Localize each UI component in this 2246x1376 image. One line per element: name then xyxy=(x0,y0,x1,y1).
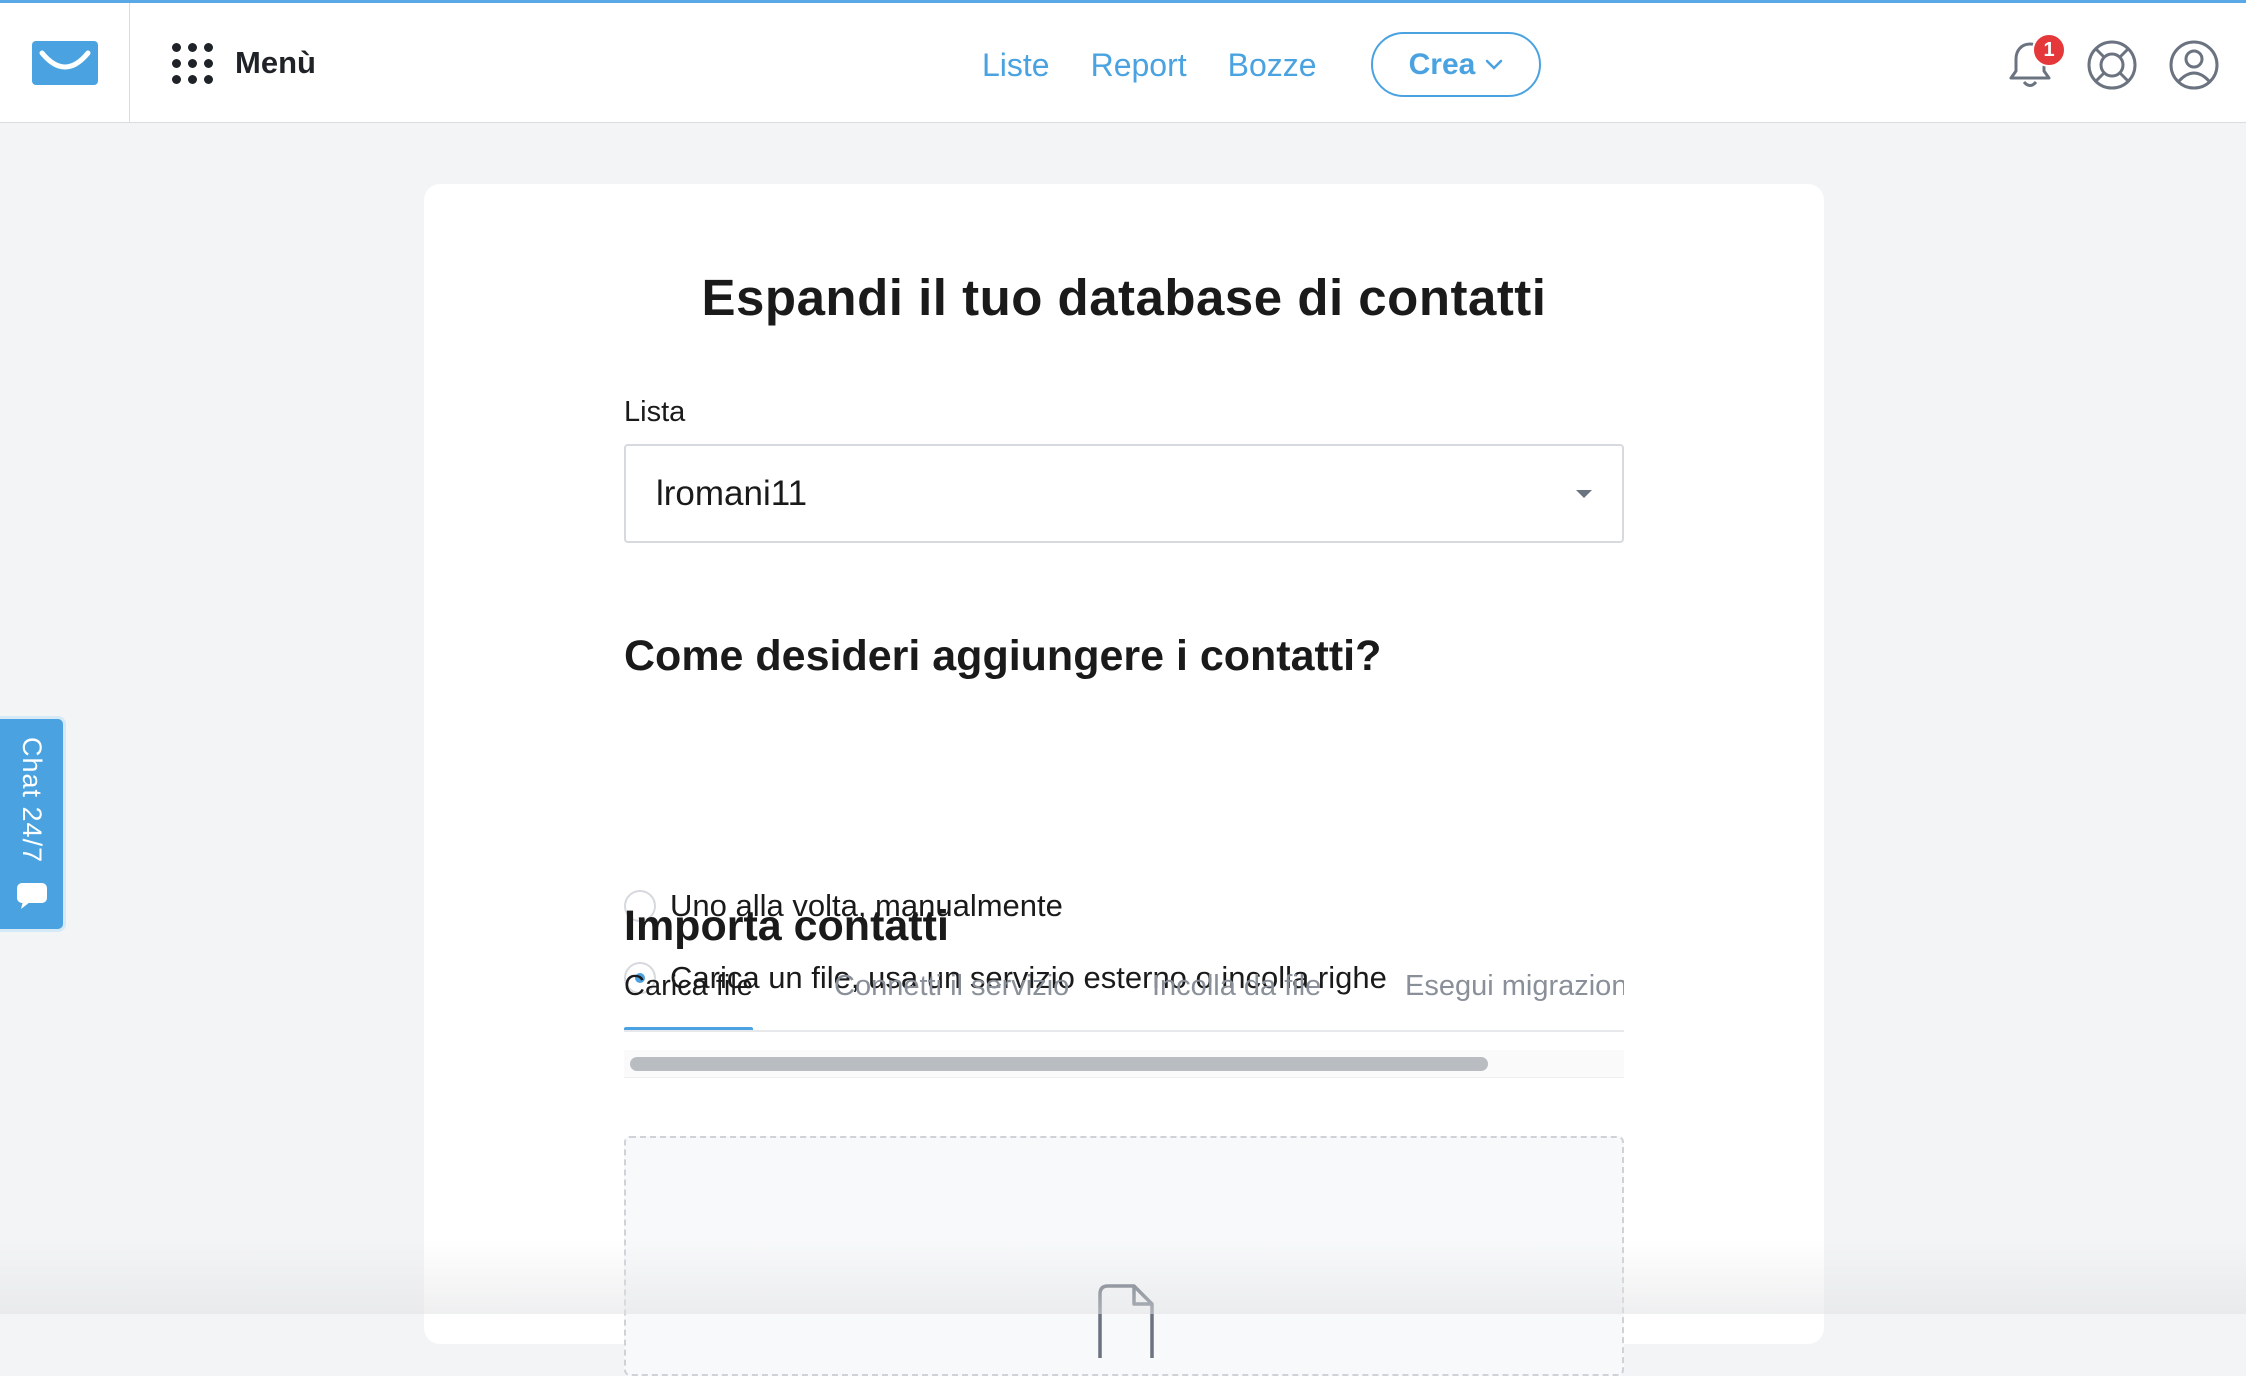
tab-esegui-migrazione[interactable]: Esegui migrazion xyxy=(1405,960,1624,1030)
main-menu-button[interactable]: Menù xyxy=(172,41,316,85)
notifications-button[interactable]: 1 xyxy=(2002,33,2066,93)
tab-carica-file[interactable]: Carica file xyxy=(624,960,753,1030)
chat-support-tab[interactable]: Chat 24/7 xyxy=(0,716,66,932)
tabs-scrollbar-thumb[interactable] xyxy=(630,1057,1488,1071)
create-button[interactable]: Crea xyxy=(1371,32,1541,97)
header-actions: 1 xyxy=(2002,33,2222,93)
lifebuoy-help-icon xyxy=(2087,40,2137,90)
top-navigation-bar: Menù Liste Report Bozze Crea 1 xyxy=(0,0,2246,123)
nav-link-bozze[interactable]: Bozze xyxy=(1228,47,1317,84)
speech-bubble-icon xyxy=(16,883,47,910)
tab-incolla-da-file[interactable]: Incolla da file xyxy=(1152,960,1321,1030)
chat-label: Chat 24/7 xyxy=(17,736,47,864)
tab-connetti-servizio[interactable]: Connetti il servizio xyxy=(834,960,1069,1030)
list-select-value: lromani11 xyxy=(656,473,808,513)
add-contacts-card: Espandi il tuo database di contatti List… xyxy=(424,184,1824,1376)
file-dropzone[interactable] xyxy=(624,1136,1624,1376)
add-method-question: Come desideri aggiungere i contatti? xyxy=(624,632,1382,680)
envelope-logo-icon xyxy=(31,41,98,85)
grid-menu-icon xyxy=(172,42,213,84)
tabs-scrollbar[interactable] xyxy=(624,1050,1624,1078)
primary-nav: Liste Report Bozze xyxy=(982,43,1317,87)
import-section-title: Importa contatti xyxy=(624,902,949,950)
user-account-icon xyxy=(2169,40,2219,90)
chevron-down-icon xyxy=(1486,59,1503,70)
account-button[interactable] xyxy=(2166,37,2222,93)
nav-link-liste[interactable]: Liste xyxy=(982,47,1050,84)
create-button-label: Crea xyxy=(1408,47,1476,81)
menu-label: Menù xyxy=(235,45,316,80)
caret-down-icon xyxy=(1576,489,1592,498)
help-button[interactable] xyxy=(2084,37,2140,93)
list-field-label: Lista xyxy=(624,396,686,428)
logo[interactable] xyxy=(0,3,130,123)
nav-link-report[interactable]: Report xyxy=(1091,47,1187,84)
page-title: Espandi il tuo database di contatti xyxy=(701,269,1547,326)
list-select[interactable]: lromani11 xyxy=(624,444,1624,543)
import-tabs: Carica file Connetti il servizio Incolla… xyxy=(624,960,1624,1032)
notification-count-badge: 1 xyxy=(2032,33,2066,67)
file-icon xyxy=(1098,1284,1154,1358)
